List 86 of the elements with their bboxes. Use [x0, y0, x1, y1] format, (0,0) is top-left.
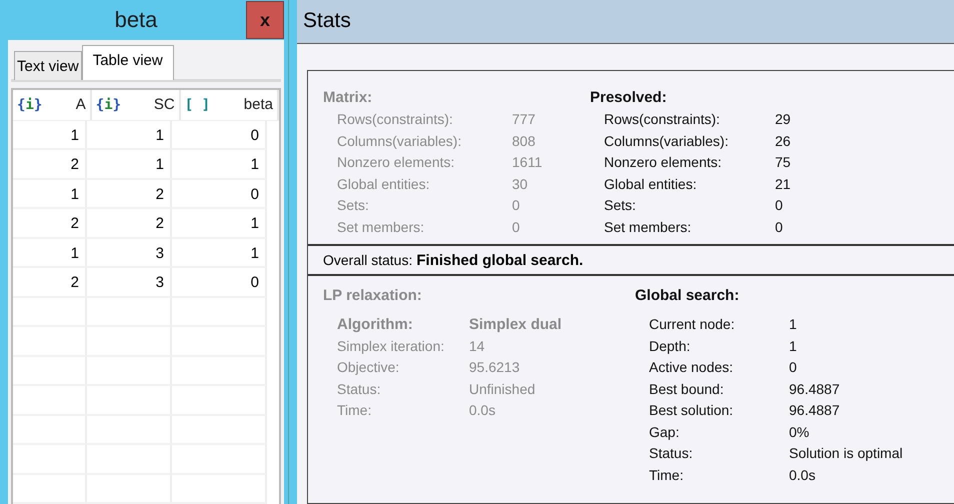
stat-label: Columns(variables):	[603, 132, 730, 151]
panel-title: beta	[114, 7, 158, 33]
section-heading: Global search:	[635, 286, 740, 306]
panel-splitter[interactable]	[288, 0, 297, 504]
stat-value: Solution is optimal	[789, 444, 903, 463]
section-heading: Matrix:	[323, 89, 374, 108]
table-cell: 0	[172, 180, 267, 209]
table-cell: 1	[13, 238, 87, 268]
stat-label: Algorithm:	[336, 315, 414, 335]
column-header[interactable]: {i} A	[13, 90, 92, 120]
table-cell: 3	[87, 238, 172, 268]
stat-value: 0	[775, 218, 783, 236]
stat-value: 0	[512, 196, 520, 215]
stat-value: 21	[775, 174, 791, 194]
table-cell: 1	[172, 209, 267, 238]
table-cell: 3	[87, 268, 172, 298]
stat-label: Status:	[648, 444, 694, 463]
stat-label: Rows(constraints):	[603, 110, 721, 129]
table-cell: 1	[172, 150, 267, 180]
section-heading: LP relaxation:	[323, 286, 423, 306]
close-button[interactable]: x	[246, 1, 284, 39]
stat-label: Simplex iteration:	[336, 336, 446, 356]
index-icon: {i}	[17, 96, 42, 113]
stat-value: 777	[512, 110, 536, 129]
stat-value: Unfinished	[469, 380, 536, 398]
table-cell: 1	[172, 238, 267, 268]
stat-value: 808	[512, 132, 536, 150]
stat-value: Simplex dual	[469, 315, 562, 335]
table-cell: 2	[13, 268, 87, 298]
stat-value: 0%	[789, 422, 810, 442]
stat-value: 75	[775, 153, 791, 172]
stat-value: 14	[469, 336, 485, 356]
stat-label: Nonzero elements:	[336, 153, 456, 172]
table-cell: 0	[172, 268, 267, 298]
stat-value: 30	[512, 174, 528, 194]
stat-label: Global entities:	[603, 174, 698, 194]
table-cell: 1	[87, 150, 172, 180]
stat-label: Global entities:	[336, 174, 431, 194]
stat-value: 26	[775, 132, 791, 150]
table-cell: 1	[13, 180, 87, 209]
stat-label: Set members:	[603, 218, 692, 236]
table-cell: 2	[13, 209, 87, 238]
status-value: Finished global search.	[416, 252, 584, 269]
array-icon: [ ]	[184, 96, 210, 113]
stat-label: Rows(constraints):	[336, 110, 454, 129]
table-cell: 2	[87, 180, 172, 209]
column-header[interactable]: [ ] beta	[180, 90, 279, 120]
stat-value: 0	[775, 196, 783, 215]
stat-value: 1611	[512, 153, 542, 172]
stat-label: Best bound:	[648, 380, 725, 398]
table-cell: 2	[87, 209, 172, 238]
stat-label: Sets:	[336, 196, 370, 215]
section-heading: Presolved:	[590, 89, 668, 108]
stat-label: Time:	[336, 401, 372, 420]
index-icon: {i}	[96, 96, 122, 113]
stat-value: 0.0s	[789, 466, 816, 484]
table-cell: 1	[87, 120, 172, 150]
table-cell: 2	[13, 150, 87, 180]
stat-label: Best solution:	[648, 401, 734, 420]
stat-label: Columns(variables):	[336, 132, 462, 151]
stat-value: 0	[512, 218, 520, 236]
stat-label: Status:	[336, 380, 382, 398]
stat-label: Current node:	[648, 315, 736, 334]
stat-label: Time:	[648, 466, 684, 484]
stats-header: Stats	[297, 0, 954, 44]
stat-label: Active nodes:	[648, 358, 734, 377]
table-cell: 0	[172, 120, 267, 150]
stat-value: 96.4887	[789, 380, 840, 398]
tab[interactable]: Text view	[14, 51, 82, 80]
stat-label: Objective:	[336, 358, 400, 377]
stat-value: 96.4887	[789, 401, 840, 420]
table-cell: 1	[13, 120, 87, 150]
stat-label: Set members:	[336, 218, 426, 236]
status-label: Overall status:	[323, 252, 412, 268]
stat-label: Depth:	[648, 336, 692, 356]
stat-value: 0	[789, 358, 797, 377]
stat-label: Sets:	[603, 196, 637, 215]
stat-label: Nonzero elements:	[603, 153, 723, 172]
stat-value: 29	[775, 110, 791, 129]
tab[interactable]: Table view	[82, 45, 174, 80]
stat-label: Gap:	[648, 422, 680, 442]
stat-value: 95.6213	[469, 358, 520, 377]
stat-value: 0.0s	[469, 401, 496, 420]
column-header[interactable]: {i} SC	[92, 90, 181, 120]
stat-value: 1	[789, 336, 797, 356]
stat-value: 1	[789, 315, 797, 334]
